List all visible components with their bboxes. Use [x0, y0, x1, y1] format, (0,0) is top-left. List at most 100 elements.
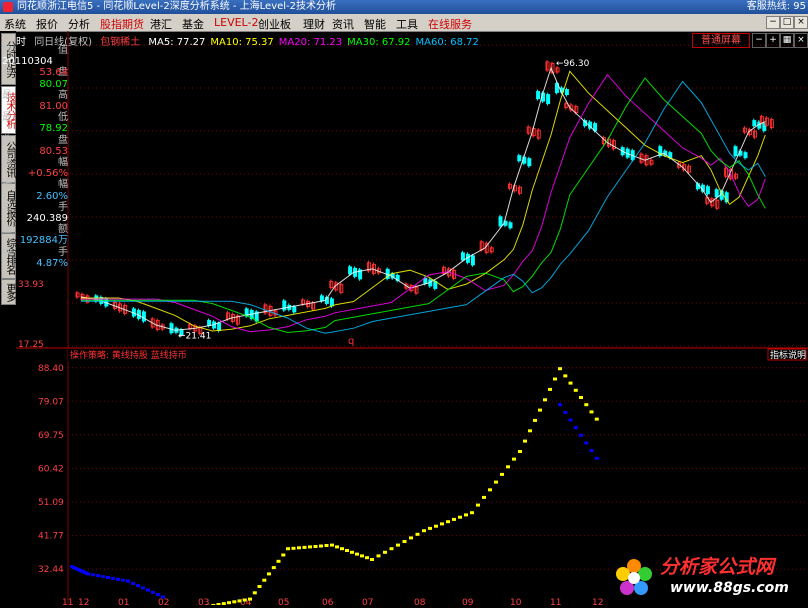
screen-mode-button[interactable]: 普通屏幕: [692, 33, 750, 48]
hold-line-segment: [335, 545, 339, 548]
menu-item-2[interactable]: 分析: [68, 16, 90, 32]
hold-line-segment: [464, 513, 468, 516]
hold-line-segment: [277, 560, 281, 563]
candle-body: [753, 121, 756, 126]
chart-header: 时 同日线(复权) 包钢稀土 MA5: 77.27MA10: 75.37MA20…: [16, 33, 484, 46]
cash-line-segment: [136, 584, 140, 587]
hold-line-segment: [365, 556, 369, 559]
hold-line-segment: [543, 398, 547, 401]
cash-line-segment: [584, 441, 588, 444]
cash-line-segment: [569, 419, 573, 422]
time-axis-label: 10: [510, 598, 522, 605]
hold-line-segment: [303, 546, 307, 549]
hold-line-segment: [377, 554, 381, 557]
time-axis-label: 02: [158, 598, 169, 605]
menu-item-9[interactable]: 资讯: [332, 16, 354, 32]
data-row-16: 金额: [2, 224, 68, 236]
close-icon[interactable]: ×: [794, 33, 808, 48]
candle-body: [518, 187, 521, 193]
flower-logo-icon: [616, 559, 652, 595]
ma-label-4: MA60: 68.72: [416, 37, 479, 48]
cash-line-segment: [131, 582, 135, 585]
candle-body: [499, 217, 502, 226]
hold-line-segment: [428, 527, 432, 530]
window-title: 同花顺浙江电信5 - 同花顺Level-2深度分析系统 - 上海Level-2技…: [17, 0, 336, 14]
hold-line-segment: [512, 458, 516, 461]
candle-body: [715, 190, 718, 197]
plus-icon[interactable]: +: [766, 33, 780, 48]
candle-body: [547, 95, 550, 104]
hold-line-segment: [355, 553, 359, 556]
candle-body: [744, 153, 747, 158]
hold-line-segment: [292, 547, 296, 550]
ma-line-1: [81, 71, 765, 331]
menu-item-7[interactable]: 创业板: [258, 16, 291, 32]
menu-item-12[interactable]: 在线服务: [428, 16, 472, 32]
time-axis-label: 08: [414, 598, 426, 605]
title-bar: 同花顺浙江电信5 - 同花顺Level-2深度分析系统 - 上海Level-2技…: [0, 0, 808, 14]
candle-body: [170, 324, 173, 333]
indicator-axis-label: 60.42: [38, 464, 64, 474]
cash-line-segment: [590, 449, 594, 452]
menu-item-5[interactable]: 基金: [182, 16, 204, 32]
window-close-icon[interactable]: ×: [794, 16, 808, 29]
hold-line-segment: [340, 547, 344, 550]
menu-item-0[interactable]: 系统: [4, 16, 26, 32]
candle-body: [320, 296, 323, 301]
price-axis-label: 33.93: [18, 280, 44, 290]
hold-line-segment: [500, 473, 504, 476]
cash-line-segment: [101, 575, 105, 578]
candle-body: [142, 312, 145, 321]
hold-line-segment: [558, 367, 562, 370]
side-tab-5[interactable]: 更多: [1, 279, 16, 305]
maximize-icon[interactable]: □: [780, 16, 794, 29]
time-axis-label: 01: [118, 598, 129, 605]
ma-label-1: MA10: 75.37: [210, 37, 273, 48]
menu-item-3[interactable]: 股指期货: [100, 16, 144, 32]
price-low-label: ←21.41: [178, 332, 211, 342]
hold-line-segment: [262, 579, 266, 582]
hold-line-segment: [506, 465, 510, 468]
cash-line-segment: [595, 457, 599, 460]
cash-line-segment: [156, 593, 160, 596]
hold-line-segment: [538, 409, 542, 412]
hold-line-segment: [579, 396, 583, 399]
indicator-axis-label: 69.75: [38, 431, 64, 441]
menu-item-1[interactable]: 报价: [36, 16, 58, 32]
candle-body: [565, 90, 568, 95]
cash-line-segment: [161, 595, 165, 598]
menu-item-10[interactable]: 智能: [364, 16, 386, 32]
minus-icon[interactable]: −: [752, 33, 766, 48]
menu-item-6[interactable]: LEVEL-2: [214, 16, 258, 29]
minimize-icon[interactable]: −: [766, 16, 780, 29]
menu-item-4[interactable]: 港汇: [150, 16, 172, 32]
chart-area[interactable]: 33.9317.25←96.30←21.41q88.4079.0769.7560…: [16, 31, 808, 605]
data-row-8: 收盘: [2, 135, 68, 147]
data-row-4: 最高: [2, 90, 68, 102]
grid-icon[interactable]: ▦: [780, 33, 794, 48]
candle-body: [734, 147, 737, 156]
time-axis-label: 11: [62, 598, 73, 605]
menu-item-8[interactable]: 理财: [303, 16, 325, 32]
time-axis-label: 12: [78, 598, 89, 605]
hold-line-segment: [574, 389, 578, 392]
hold-line-segment: [494, 481, 498, 484]
candle-body: [509, 223, 512, 228]
candle-body: [461, 253, 464, 260]
menu-item-11[interactable]: 工具: [396, 16, 418, 32]
watermark: 分析家公式网 www.88gs.com: [608, 548, 808, 605]
menu-bar: 系统报价分析股指期货港汇基金 LEVEL-2创业板理财资讯智能工具在线服务 −□×: [0, 14, 808, 32]
candle-body: [330, 299, 333, 306]
stock-tag[interactable]: 包钢稀土: [100, 37, 140, 48]
hold-line-segment: [267, 572, 271, 575]
hold-line-segment: [416, 533, 420, 536]
indicator-axis-label: 88.40: [38, 364, 64, 374]
hold-line-segment: [360, 554, 364, 557]
hold-line-segment: [458, 516, 462, 519]
hold-line-segment: [403, 540, 407, 543]
hold-line-segment: [470, 511, 474, 514]
candle-body: [293, 307, 296, 312]
candle-body: [537, 92, 540, 99]
hold-line-segment: [345, 549, 349, 552]
candle-body: [424, 278, 427, 283]
